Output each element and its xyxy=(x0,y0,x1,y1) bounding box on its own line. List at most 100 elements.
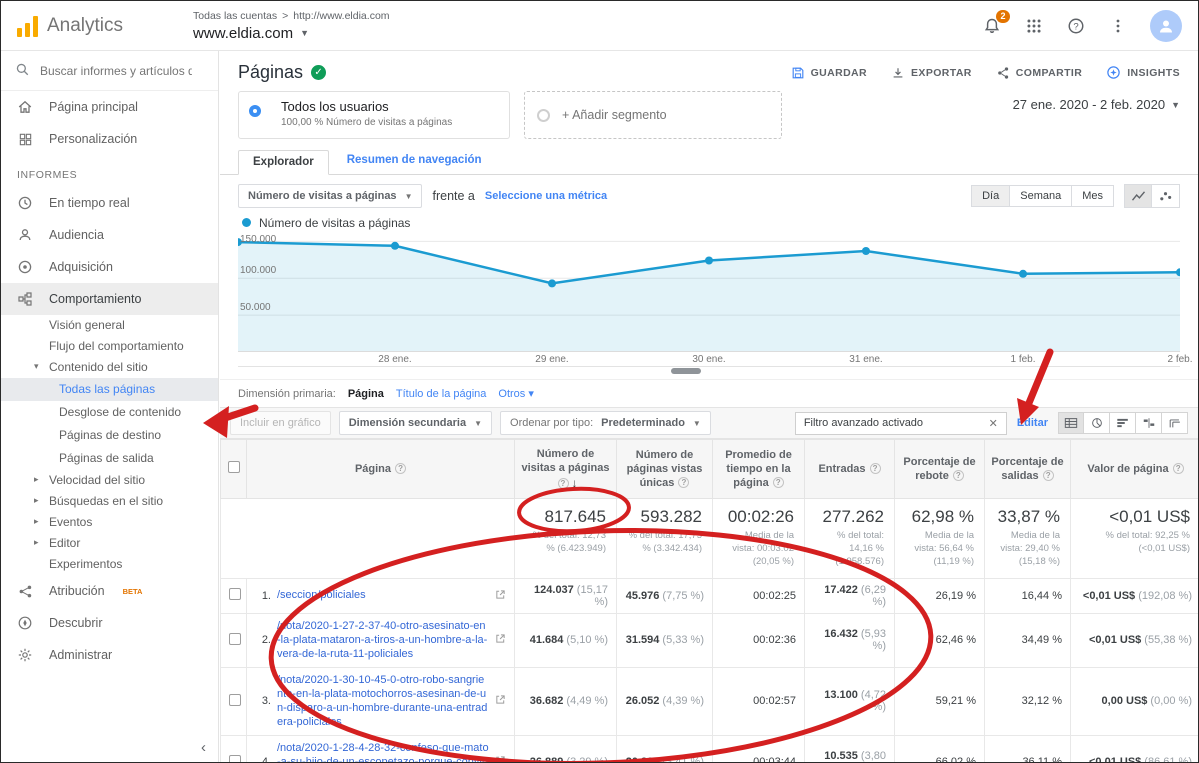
sidebar-item-flujo-comportamiento[interactable]: Flujo del comportamiento xyxy=(1,336,218,357)
line-chart-view-button[interactable] xyxy=(1124,184,1152,208)
traffic-line-chart[interactable]: 50.000100.000150.000 28 ene.29 ene.30 en… xyxy=(238,234,1180,375)
sidebar-item-contenido-sitio[interactable]: ▾Contenido del sitio xyxy=(1,357,218,378)
save-button[interactable]: GUARDAR xyxy=(791,66,867,80)
sidebar-item-audience[interactable]: Audiencia xyxy=(1,219,218,251)
export-button[interactable]: EXPORTAR xyxy=(891,66,972,80)
performance-view-button[interactable] xyxy=(1110,412,1136,434)
dimension-titulo-pagina[interactable]: Título de la página xyxy=(396,388,487,400)
insights-button[interactable]: INSIGHTS xyxy=(1106,65,1180,80)
tab-explorador[interactable]: Explorador xyxy=(238,150,329,175)
sidebar-item-busquedas-sitio[interactable]: ▸Búsquedas en el sitio xyxy=(1,491,218,512)
column-header-rebote[interactable]: Porcentaje de rebote? xyxy=(895,440,985,499)
sidebar-item-home[interactable]: Página principal xyxy=(1,91,218,123)
open-page-icon[interactable] xyxy=(495,589,506,603)
sidebar-item-acquisition[interactable]: Adquisición xyxy=(1,251,218,283)
search-input[interactable] xyxy=(40,64,192,78)
help-icon[interactable]: ? xyxy=(1173,463,1184,474)
row-checkbox[interactable] xyxy=(229,755,241,762)
column-header-salidas[interactable]: Porcentaje de salidas? xyxy=(985,440,1071,499)
row-checkbox[interactable] xyxy=(229,588,241,600)
dimension-pagina[interactable]: Página xyxy=(348,388,384,400)
sidebar-item-todas-las-paginas[interactable]: Todas las páginas xyxy=(1,378,218,401)
page-link[interactable]: /nota/2020-1-30-10-45-0-otro-robo-sangri… xyxy=(277,673,489,730)
help-icon[interactable]: ? xyxy=(1066,16,1086,36)
granularity-week-button[interactable]: Semana xyxy=(1010,185,1072,207)
sidebar-item-attribution[interactable]: Atribución BETA xyxy=(1,575,218,607)
column-header-valor[interactable]: Valor de página? xyxy=(1071,440,1199,499)
chart-timeline-track[interactable] xyxy=(238,367,1180,375)
dimension-otros[interactable]: Otros ▾ xyxy=(498,387,533,400)
breadcrumb-accounts[interactable]: Todas las cuentas xyxy=(193,10,277,22)
sidebar-item-desglose-contenido[interactable]: Desglose de contenido xyxy=(1,401,218,424)
sort-type-dropdown[interactable]: Ordenar por tipo: Predeterminado ▼ xyxy=(500,411,711,435)
open-page-icon[interactable] xyxy=(495,633,506,647)
column-header-vistas-unicas[interactable]: Número de páginas vistas únicas? xyxy=(617,440,713,499)
help-icon[interactable]: ? xyxy=(395,463,406,474)
sidebar-item-experimentos[interactable]: Experimentos xyxy=(1,554,218,575)
column-header-pagina[interactable]: Página? xyxy=(247,440,515,499)
page-link[interactable]: /nota/2020-1-28-4-28-32-confeso-que-mato… xyxy=(277,741,489,762)
comparison-view-button[interactable] xyxy=(1136,412,1162,434)
help-icon[interactable]: ? xyxy=(558,478,569,489)
select-all-checkbox[interactable] xyxy=(228,461,240,473)
sidebar-item-realtime[interactable]: En tiempo real xyxy=(1,187,218,219)
date-range-picker[interactable]: 27 ene. 2020 - 2 feb. 2020 ▼ xyxy=(1013,91,1180,112)
help-icon[interactable]: ? xyxy=(953,470,964,481)
percentage-view-button[interactable] xyxy=(1084,412,1110,434)
analytics-logo-icon[interactable] xyxy=(17,15,38,37)
segment-radio-icon[interactable] xyxy=(249,105,261,117)
advanced-filter-chip[interactable]: Filtro avanzado activado ✕ xyxy=(795,412,1007,435)
metric-selector[interactable]: Número de visitas a páginas ▼ xyxy=(238,184,422,208)
column-header-entradas[interactable]: Entradas? xyxy=(805,440,895,499)
granularity-day-button[interactable]: Día xyxy=(971,185,1010,207)
sidebar-search[interactable] xyxy=(1,51,218,91)
motion-chart-view-button[interactable] xyxy=(1152,184,1180,208)
edit-filter-link[interactable]: Editar xyxy=(1017,417,1048,429)
row-checkbox[interactable] xyxy=(229,633,241,645)
sidebar-item-discover[interactable]: Descubrir xyxy=(1,607,218,639)
sidebar-item-editor[interactable]: ▸Editor xyxy=(1,533,218,554)
property-selector[interactable]: www.eldia.com ▼ xyxy=(193,25,390,42)
more-options-icon[interactable] xyxy=(1108,16,1128,36)
segment-all-users[interactable]: Todos los usuarios 100,00 % Número de vi… xyxy=(238,91,510,139)
select-metric-link[interactable]: Seleccione una métrica xyxy=(485,190,607,202)
row-checkbox[interactable] xyxy=(229,694,241,706)
share-button[interactable]: COMPARTIR xyxy=(996,66,1082,80)
sidebar-item-velocidad-sitio[interactable]: ▸Velocidad del sitio xyxy=(1,470,218,491)
pivot-view-button[interactable] xyxy=(1162,412,1188,434)
open-page-icon[interactable] xyxy=(495,755,506,762)
collapse-sidebar-icon[interactable]: ‹ xyxy=(201,739,206,756)
plot-rows-button[interactable]: Incluir en gráfico xyxy=(230,411,331,435)
column-header-visitas[interactable]: Número de visitas a páginas?↓ xyxy=(515,440,617,499)
sidebar-item-paginas-salida[interactable]: Páginas de salida xyxy=(1,447,218,470)
user-avatar[interactable] xyxy=(1150,10,1182,42)
timeline-scrubber-handle[interactable] xyxy=(671,368,701,374)
chart-plot-area[interactable] xyxy=(238,234,1180,352)
breadcrumb[interactable]: Todas las cuentas > http://www.eldia.com xyxy=(193,10,390,22)
sidebar-item-admin[interactable]: Administrar xyxy=(1,639,218,671)
add-segment-button[interactable]: + Añadir segmento xyxy=(524,91,782,139)
sidebar-item-vision-general[interactable]: Visión general xyxy=(1,315,218,336)
clear-filter-icon[interactable]: ✕ xyxy=(989,417,998,430)
data-table-view-button[interactable] xyxy=(1058,412,1084,434)
help-icon[interactable]: ? xyxy=(678,477,689,488)
tab-resumen-navegacion[interactable]: Resumen de navegación xyxy=(347,154,482,174)
help-icon[interactable]: ? xyxy=(870,463,881,474)
sidebar-item-eventos[interactable]: ▸Eventos xyxy=(1,512,218,533)
analytics-app: Analytics Todas las cuentas > http://www… xyxy=(0,0,1199,763)
column-header-tiempo[interactable]: Promedio de tiempo en la página? xyxy=(713,440,805,499)
breadcrumb-property[interactable]: http://www.eldia.com xyxy=(293,10,389,22)
sidebar-item-paginas-destino[interactable]: Páginas de destino xyxy=(1,424,218,447)
sidebar-item-customization[interactable]: Personalización xyxy=(1,123,218,155)
notifications-bell-icon[interactable]: 2 xyxy=(982,16,1002,36)
help-icon[interactable]: ? xyxy=(773,477,784,488)
page-link[interactable]: /nota/2020-1-27-2-37-40-otro-asesinato-e… xyxy=(277,619,489,662)
sort-desc-icon[interactable]: ↓ xyxy=(572,476,578,490)
sidebar-item-behavior[interactable]: Comportamiento xyxy=(1,283,218,315)
apps-grid-icon[interactable] xyxy=(1024,16,1044,36)
page-link[interactable]: /seccion/policiales xyxy=(277,588,489,602)
open-page-icon[interactable] xyxy=(495,694,506,708)
granularity-month-button[interactable]: Mes xyxy=(1072,185,1114,207)
help-icon[interactable]: ? xyxy=(1043,470,1054,481)
secondary-dimension-dropdown[interactable]: Dimensión secundaria ▼ xyxy=(339,411,492,435)
